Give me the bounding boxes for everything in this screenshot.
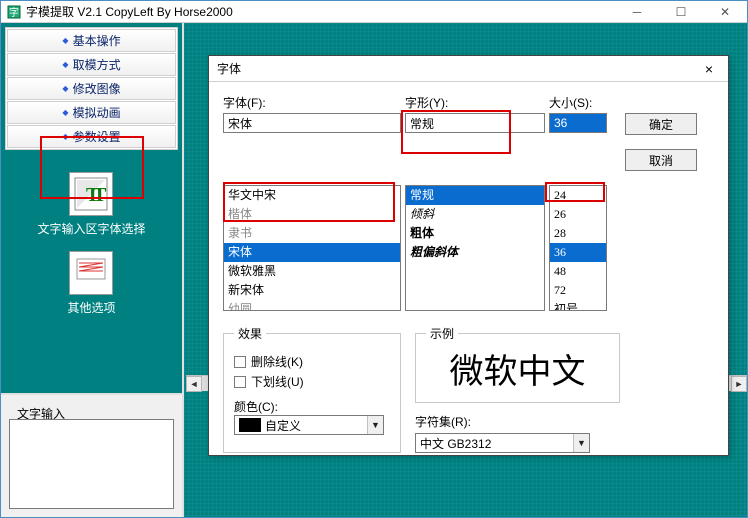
- size-input[interactable]: [549, 113, 607, 133]
- sidebar-item-basic[interactable]: ◆基本操作: [7, 29, 176, 52]
- list-item[interactable]: 倾斜: [406, 205, 544, 224]
- checkbox-icon: [234, 376, 246, 388]
- list-item[interactable]: 幼圆: [224, 300, 400, 311]
- sample-text: 微软中文: [426, 350, 609, 397]
- size-label: 大小(S):: [549, 94, 607, 111]
- window-title: 字模提取 V2.1 CopyLeft By Horse2000: [26, 3, 615, 20]
- effects-group: 效果 删除线(K) 下划线(U) 颜色(C): 自定义 ▼: [223, 325, 401, 453]
- main-window: 字 字模提取 V2.1 CopyLeft By Horse2000 ─ ☐ ✕ …: [0, 0, 748, 518]
- sample-group: 示例 微软中文: [415, 325, 620, 403]
- ok-button[interactable]: 确定: [625, 113, 697, 135]
- font-input[interactable]: [223, 113, 401, 133]
- dialog-title: 字体: [217, 60, 698, 77]
- effects-legend: 效果: [234, 325, 266, 342]
- font-label: 字体(F):: [223, 94, 401, 111]
- style-listbox[interactable]: 常规 倾斜 粗体 粗偏斜体: [405, 185, 545, 311]
- list-item[interactable]: 粗偏斜体: [406, 243, 544, 262]
- underline-checkbox[interactable]: 下划线(U): [234, 373, 390, 390]
- minimize-button[interactable]: ─: [615, 1, 659, 23]
- scroll-left-button[interactable]: ◄: [186, 376, 202, 392]
- list-item[interactable]: 粗体: [406, 224, 544, 243]
- dialog-close-button[interactable]: ×: [698, 61, 720, 77]
- color-combobox[interactable]: 自定义 ▼: [234, 415, 384, 435]
- color-name: 自定义: [265, 417, 301, 434]
- scroll-right-button[interactable]: ►: [731, 376, 747, 392]
- size-listbox[interactable]: 24 26 28 36 48 72 初号: [549, 185, 607, 311]
- annotation-box-fontlist: [223, 182, 395, 222]
- text-input-field[interactable]: [9, 419, 174, 509]
- dialog-titlebar: 字体 ×: [209, 56, 728, 82]
- list-item[interactable]: 初号: [550, 300, 606, 311]
- annotation-box-font-tool: [40, 136, 144, 199]
- list-item[interactable]: 微软雅黑: [224, 262, 400, 281]
- strike-checkbox[interactable]: 删除线(K): [234, 353, 390, 370]
- list-item[interactable]: 48: [550, 262, 606, 281]
- other-options-tool[interactable]: 其他选项: [67, 251, 115, 316]
- list-item[interactable]: 72: [550, 281, 606, 300]
- color-label: 颜色(C):: [234, 398, 390, 415]
- list-item[interactable]: 26: [550, 205, 606, 224]
- chevron-down-icon: ▼: [573, 434, 589, 452]
- charset-label: 字符集(R):: [415, 413, 620, 430]
- checkbox-icon: [234, 356, 246, 368]
- list-item[interactable]: 隶书: [224, 224, 400, 243]
- charset-combobox[interactable]: 中文 GB2312 ▼: [415, 433, 590, 453]
- titlebar: 字 字模提取 V2.1 CopyLeft By Horse2000 ─ ☐ ✕: [1, 1, 747, 23]
- other-options-icon: [69, 251, 113, 295]
- list-item[interactable]: 新宋体: [224, 281, 400, 300]
- annotation-box-size: [545, 182, 605, 202]
- style-label: 字形(Y):: [405, 94, 545, 111]
- sidebar-item-anim[interactable]: ◆模拟动画: [7, 101, 176, 124]
- list-item[interactable]: 28: [550, 224, 606, 243]
- svg-text:字: 字: [9, 6, 19, 19]
- close-button[interactable]: ✕: [703, 1, 747, 23]
- sample-legend: 示例: [426, 325, 458, 342]
- sidebar-item-edit[interactable]: ◆修改图像: [7, 77, 176, 100]
- cancel-button[interactable]: 取消: [625, 149, 697, 171]
- app-icon: 字: [7, 5, 21, 19]
- charset-value: 中文 GB2312: [420, 435, 491, 452]
- maximize-button[interactable]: ☐: [659, 1, 703, 23]
- chevron-down-icon: ▼: [367, 416, 383, 434]
- list-item-selected[interactable]: 常规: [406, 186, 544, 205]
- list-item-selected[interactable]: 36: [550, 243, 606, 262]
- annotation-box-style: [401, 110, 511, 154]
- sidebar-item-mode[interactable]: ◆取模方式: [7, 53, 176, 76]
- sidebar-menu: ◆基本操作 ◆取模方式 ◆修改图像 ◆模拟动画 ◆参数设置: [5, 27, 178, 150]
- list-item-selected[interactable]: 宋体: [224, 243, 400, 262]
- text-input-panel: 文字输入: [1, 393, 184, 517]
- color-swatch: [239, 418, 261, 432]
- font-dialog: 字体 × 字体(F): 字形(Y): 大小(S): 确定 取消: [208, 55, 729, 456]
